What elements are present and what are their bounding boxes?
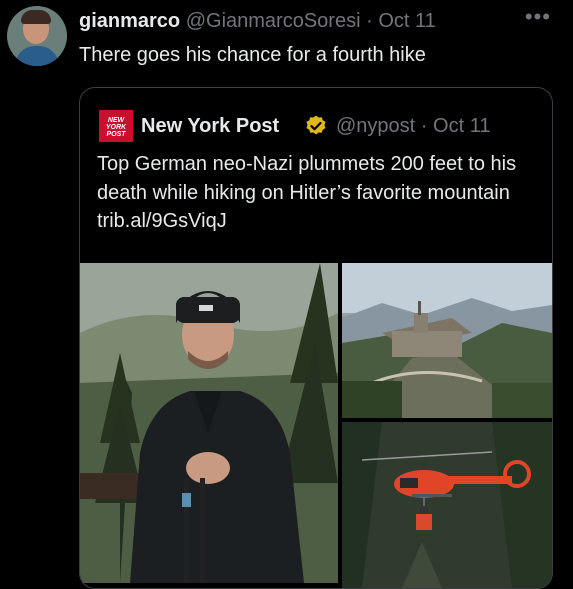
tweet-date[interactable]: Oct 11 [378,10,435,32]
quote-author-handle[interactable]: @nypost [336,115,415,137]
logo-line: YORK [105,124,127,131]
more-options-icon[interactable]: ••• [525,4,551,30]
photo-helicopter-illustration [342,422,552,588]
author-name[interactable]: gianmarco [79,10,180,32]
logo-line: NEW [107,117,125,124]
avatar-hair [21,10,51,24]
photo-man-illustration [80,263,338,583]
quote-separator: · [420,115,428,137]
quote-date[interactable]: Oct 11 [433,115,490,137]
photo-mountain-illustration [342,263,552,418]
media-grid [80,263,552,588]
photo-man-hiking[interactable] [80,263,338,583]
tweet-header: gianmarco @GianmarcoSoresi · Oct 11 [79,9,436,33]
avatar-shirt [15,46,59,66]
header-separator: · [366,10,373,32]
author-avatar[interactable] [7,6,67,66]
nypost-logo-icon[interactable]: NEW YORK POST [99,110,133,142]
author-handle[interactable]: @GianmarcoSoresi [186,10,361,32]
quote-text: Top German neo-Nazi plummets 200 feet to… [97,153,517,232]
quoted-tweet[interactable]: NEW YORK POST New York Post @nypost · Oc… [79,87,553,589]
quote-handle-date[interactable]: @nypost · Oct 11 [336,115,490,138]
logo-line: POST [106,131,126,138]
photo-mountain-house[interactable] [342,263,552,418]
photo-helicopter-rescue[interactable] [342,422,552,588]
tweet-text: There goes his chance for a fourth hike [79,44,426,66]
verified-badge-icon [306,115,326,135]
quote-author-name[interactable]: New York Post [141,115,279,138]
